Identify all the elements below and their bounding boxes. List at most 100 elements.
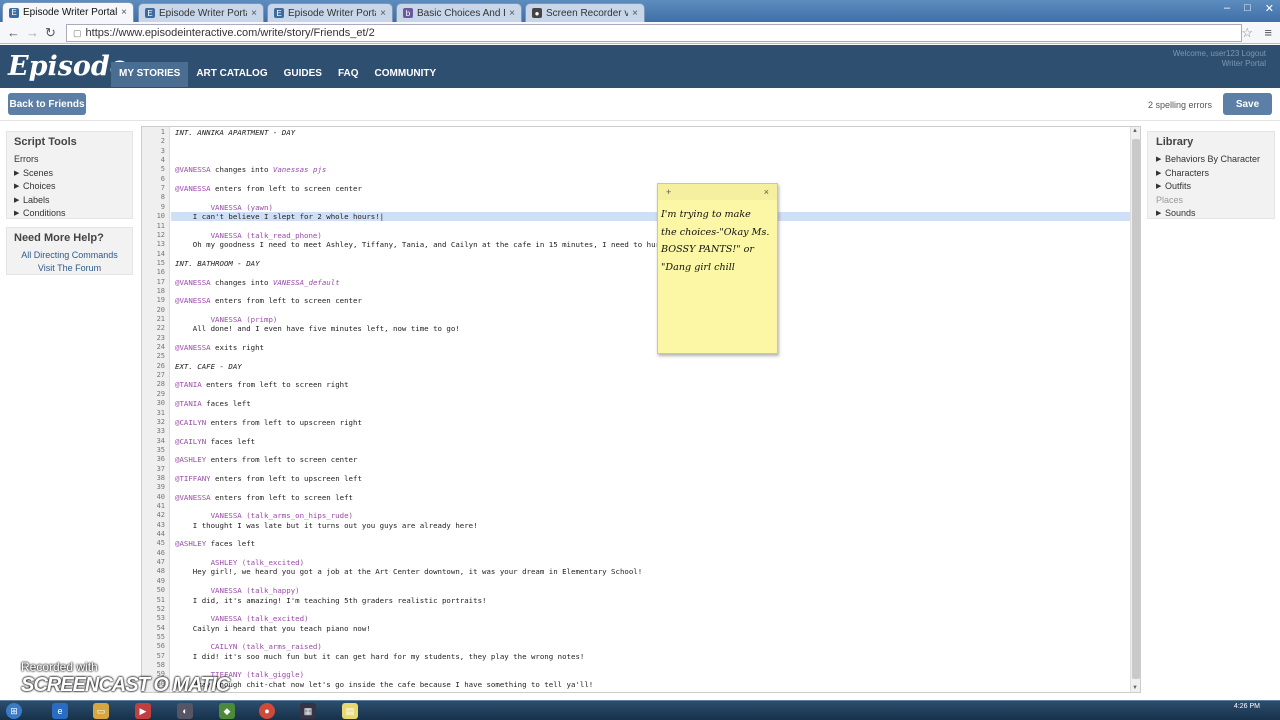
- minimize-icon[interactable]: –: [1224, 2, 1230, 15]
- folder-icon[interactable]: ▭: [93, 703, 109, 719]
- script-line[interactable]: I did! it's soo much fun but it can get …: [175, 652, 585, 661]
- maximize-icon[interactable]: □: [1244, 2, 1251, 15]
- script-line[interactable]: @VANESSA enters from left to screen cent…: [175, 296, 362, 305]
- script-line[interactable]: @ASHLEY enters from left to screen cente…: [175, 455, 357, 464]
- script-line[interactable]: Okay enough chit-chat now let's go insid…: [175, 680, 593, 689]
- script-editor[interactable]: 1 2 3 4 5 6 7 8 9 10 11 12 13 14 15 16 17 18 19 20 21 22 23 24 2…: [141, 126, 1141, 693]
- script-line[interactable]: @TANIA faces left: [175, 399, 251, 408]
- app-icon[interactable]: ◆: [219, 703, 235, 719]
- script-line[interactable]: @CAILYN enters from left to upscreen rig…: [175, 418, 362, 427]
- tab-close-icon[interactable]: ×: [509, 8, 515, 19]
- library-places[interactable]: Places: [1156, 194, 1266, 208]
- tool-choices[interactable]: ▶ Choices: [14, 180, 125, 194]
- close-note-icon[interactable]: ×: [764, 187, 769, 197]
- script-line[interactable]: @VANESSA enters from left to screen cent…: [175, 184, 362, 193]
- script-line[interactable]: @TANIA enters from left to screen right: [175, 380, 349, 389]
- editor-toolbar: Back to Friends 2 spelling errors Save: [0, 88, 1280, 121]
- back-arrow-icon[interactable]: ←: [7, 25, 20, 40]
- script-line[interactable]: VANESSA (talk_happy): [175, 586, 300, 595]
- browser-menu-icon[interactable]: ≡: [1264, 25, 1272, 40]
- script-line[interactable]: VANESSA (talk_excited): [175, 614, 309, 623]
- tool-scenes[interactable]: ▶ Scenes: [14, 167, 125, 181]
- script-line[interactable]: VANESSA (talk_read_phone): [175, 231, 322, 240]
- nav-art-catalog[interactable]: ART CATALOG: [188, 62, 275, 87]
- scrollbar-thumb[interactable]: [1132, 139, 1140, 679]
- start-button-icon[interactable]: ⊞: [6, 703, 22, 719]
- script-line[interactable]: @VANESSA changes into Vanessas pjs: [175, 165, 326, 174]
- window-close-icon[interactable]: ✕: [1265, 2, 1274, 15]
- library-outfits[interactable]: ▶ Outfits: [1156, 180, 1266, 194]
- ie-icon[interactable]: e: [52, 703, 68, 719]
- browser-tab-4[interactable]: ● Screen Recorder v2.0 (bet ×: [525, 3, 645, 22]
- library-sounds[interactable]: ▶ Sounds: [1156, 207, 1266, 221]
- script-line[interactable]: INT. ANNIKA APARTMENT - DAY: [175, 128, 295, 137]
- bookmark-star-icon[interactable]: ☆: [1241, 25, 1253, 41]
- tool-conditions[interactable]: ▶ Conditions: [14, 207, 125, 221]
- script-line[interactable]: All done! and I even have five minutes l…: [175, 324, 460, 333]
- sticky-note[interactable]: + × I'm trying to make the choices-"Okay…: [657, 183, 778, 354]
- forward-arrow-icon[interactable]: →: [26, 25, 39, 40]
- sticky-notes-icon[interactable]: ▤: [342, 703, 358, 719]
- script-line[interactable]: @CAILYN faces left: [175, 437, 255, 446]
- tool-labels[interactable]: ▶ Labels: [14, 194, 125, 208]
- browser-tab-0[interactable]: E Episode Writer Portal ×: [2, 2, 134, 22]
- library-behaviors[interactable]: ▶ Behaviors By Character: [1156, 153, 1266, 167]
- scroll-up-icon[interactable]: ▲: [1132, 128, 1138, 134]
- help-panel: Need More Help? All Directing Commands V…: [6, 227, 133, 275]
- script-line[interactable]: EXT. CAFE - DAY: [175, 362, 242, 371]
- nav-guides[interactable]: GUIDES: [276, 62, 330, 87]
- tab-close-icon[interactable]: ×: [251, 8, 257, 19]
- script-line[interactable]: @VANESSA changes into VANESSA_default: [175, 278, 340, 287]
- sticky-note-text[interactable]: I'm trying to make the choices-"Okay Ms.…: [658, 200, 777, 280]
- user-welcome[interactable]: Welcome, user123 Logout: [1173, 49, 1266, 59]
- character-token: @VANESSA: [175, 165, 211, 175]
- tool-errors[interactable]: Errors: [14, 153, 125, 167]
- script-line[interactable]: CAILYN (talk_arms_raised): [175, 642, 322, 651]
- spelling-errors-link[interactable]: 2 spelling errors: [1148, 100, 1212, 110]
- script-line[interactable]: @VANESSA exits right: [175, 343, 264, 352]
- add-note-icon[interactable]: +: [666, 187, 671, 197]
- episode-favicon-icon: E: [274, 8, 284, 18]
- nav-community[interactable]: COMMUNITY: [367, 62, 445, 87]
- browser-tab-1[interactable]: E Episode Writer Portal ×: [138, 3, 264, 22]
- tool-label: Choices: [23, 181, 56, 191]
- library-characters[interactable]: ▶ Characters: [1156, 167, 1266, 181]
- user-sub[interactable]: Writer Portal: [1173, 59, 1266, 69]
- tab-close-icon[interactable]: ×: [121, 7, 127, 18]
- browser-tab-2[interactable]: E Episode Writer Portal ×: [267, 3, 393, 22]
- chrome-icon[interactable]: ●: [259, 703, 275, 719]
- script-line[interactable]: Cailyn i heard that you teach piano now!: [175, 624, 371, 633]
- url-input[interactable]: ▢ https://www.episodeinteractive.com/wri…: [66, 24, 1242, 42]
- reload-icon[interactable]: ↻: [45, 25, 56, 41]
- tab-close-icon[interactable]: ×: [380, 8, 386, 19]
- script-line[interactable]: I can't believe I slept for 2 whole hour…: [175, 212, 384, 221]
- nav-faq[interactable]: FAQ: [330, 62, 367, 87]
- script-line[interactable]: INT. BATHROOM - DAY: [175, 259, 260, 268]
- script-line[interactable]: Oh my goodness I need to meet Ashley, Ti…: [175, 240, 674, 249]
- browser-tab-3[interactable]: b Basic Choices And Branch ×: [396, 3, 522, 22]
- app-icon[interactable]: ◐: [177, 703, 193, 719]
- script-line[interactable]: I did, it's amazing! I'm teaching 5th gr…: [175, 596, 487, 605]
- script-line[interactable]: VANESSA (talk_arms_on_hips_rude): [175, 511, 353, 520]
- line-number: 39: [156, 483, 165, 492]
- script-line[interactable]: Hey girl!, we heard you got a job at the…: [175, 567, 642, 576]
- script-line[interactable]: VANESSA (yawn): [175, 203, 273, 212]
- forum-link[interactable]: Visit The Forum: [14, 262, 125, 275]
- back-to-story-button[interactable]: Back to Friends: [8, 93, 86, 115]
- media-icon[interactable]: ▶: [135, 703, 151, 719]
- tab-close-icon[interactable]: ×: [632, 8, 638, 19]
- script-line[interactable]: @TIFFANY enters from left to upscreen le…: [175, 474, 362, 483]
- script-line[interactable]: @ASHLEY faces left: [175, 539, 255, 548]
- nav-my-stories[interactable]: MY STORIES: [111, 62, 189, 87]
- directing-commands-link[interactable]: All Directing Commands: [14, 249, 125, 262]
- tool-label: Conditions: [23, 208, 66, 218]
- scroll-down-icon[interactable]: ▼: [1132, 685, 1138, 691]
- recorder-icon[interactable]: ▦: [300, 703, 316, 719]
- script-line[interactable]: VANESSA (primp): [175, 315, 278, 324]
- editor-scrollbar[interactable]: ▲ ▼: [1130, 127, 1140, 692]
- script-line[interactable]: I thought I was late but it turns out yo…: [175, 521, 478, 530]
- script-line[interactable]: ASHLEY (talk_excited): [175, 558, 304, 567]
- script-line[interactable]: @VANESSA enters from left to screen left: [175, 493, 353, 502]
- episode-logo[interactable]: Episode: [8, 51, 127, 82]
- save-button[interactable]: Save: [1223, 93, 1272, 115]
